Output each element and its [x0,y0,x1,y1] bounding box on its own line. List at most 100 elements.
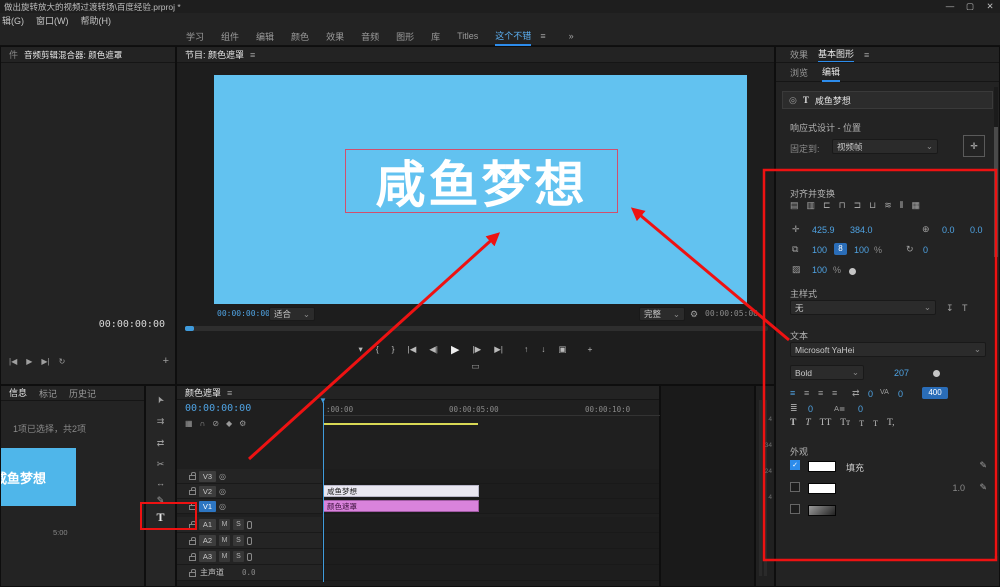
workspace-tab-custom[interactable]: 这个不错 [495,27,531,46]
timeline-settings-icon[interactable]: ⚙ [239,419,246,428]
distribute-h-icon[interactable]: ≋ [884,200,892,211]
play-button[interactable]: ▶ [451,343,459,356]
loop-icon[interactable]: ↻ [59,357,66,366]
workspace-tab-titles[interactable]: Titles [457,31,478,41]
align-bottom-icon[interactable]: ⊔ [869,200,876,211]
align-left-icon[interactable]: ▤ [790,200,799,211]
scale-y-value[interactable]: 100 [854,245,869,255]
kerning-value[interactable]: 0 [898,389,903,399]
faux-italic-button[interactable]: T [805,418,810,428]
superscript-button[interactable]: T [859,419,864,428]
track-lane-a2[interactable] [323,533,659,549]
clip-color-matte[interactable]: 颜色遮罩 [323,500,479,512]
scale-edit-field[interactable]: 8 [834,243,847,255]
font-size-value[interactable]: 207 [894,368,909,378]
program-scrubber[interactable] [185,326,768,331]
track-lane-a3[interactable] [323,549,659,565]
track-target-a3[interactable]: A3 [199,551,216,562]
anchor-x-value[interactable]: 0.0 [942,225,955,235]
lock-icon[interactable] [189,490,196,495]
slider-knob[interactable] [933,370,940,377]
track-target-v2[interactable]: V2 [199,486,216,497]
subtab-edit[interactable]: 编辑 [822,63,840,82]
sync-style-icon[interactable]: T [962,303,968,313]
align-text-right-button[interactable]: ≡ [818,388,823,398]
mixer-timecode[interactable]: 00:00:00:00 [99,319,165,330]
subscript-button[interactable]: T [873,419,878,428]
button-editor-icon[interactable]: + [588,344,593,354]
slip-tool[interactable]: ↔ [146,478,175,488]
track-lane-a1[interactable] [323,517,659,533]
type-tool[interactable]: T [146,510,175,525]
stroke-checkbox[interactable] [790,482,800,492]
workspace-tab-learn[interactable]: 学习 [186,30,204,43]
distribute-v-icon[interactable]: ⫴ [900,200,904,211]
eyedropper-icon[interactable]: ✎ [979,482,987,493]
all-caps-button[interactable]: TT [820,418,832,428]
faux-bold-button[interactable]: T [790,418,796,428]
pin-to-dropdown[interactable]: 视频帧 ⌄ [832,139,938,154]
mute-button[interactable]: M [219,551,230,562]
track-select-forward-tool[interactable]: ⇉ [146,416,175,427]
clip-graphic[interactable]: 咸鱼梦想 [323,485,479,497]
workspace-tab-editing[interactable]: 编辑 [256,30,274,43]
master-track-level[interactable]: 0.0 [242,568,256,577]
playback-resolution-dropdown[interactable]: 完整 ⌄ [639,307,685,321]
eg-scrollbar[interactable] [994,87,998,556]
track-output-icon[interactable]: ◎ [219,502,226,511]
voiceover-record-icon[interactable] [247,537,252,545]
drag-video-icon[interactable]: ▭ [177,361,774,372]
track-output-icon[interactable]: ◎ [219,472,226,481]
workspace-tab-audio[interactable]: 音频 [361,30,379,43]
go-to-out-icon[interactable]: ▶| [494,344,503,355]
underline-button[interactable]: T, [887,418,894,428]
solo-button[interactable]: S [233,551,244,562]
program-timecode[interactable]: 00:00:00:00 [217,309,270,318]
workspace-menu-icon[interactable]: ≡ [540,31,545,41]
step-forward-icon[interactable]: |▶ [472,344,481,355]
align-text-left-button[interactable]: ≡ [790,388,795,398]
shadow-color-swatch[interactable] [808,505,836,516]
pin-preview-button[interactable]: ✛ [963,135,985,157]
track-target-a2[interactable]: A2 [199,535,216,546]
align-v-center-icon[interactable]: ⊐ [854,200,862,211]
mark-in-icon[interactable]: { [376,344,379,354]
align-h-center-icon[interactable]: ▥ [807,200,816,211]
menu-window[interactable]: 窗口(W) [36,14,69,27]
workspace-tab-assembly[interactable]: 组件 [221,30,239,43]
lift-icon[interactable]: ↑ [524,344,528,354]
preview-title-text[interactable]: 咸鱼梦想 [346,150,617,212]
voiceover-record-icon[interactable] [247,553,252,561]
eyedropper-icon[interactable]: ✎ [979,460,987,471]
font-family-dropdown[interactable]: Microsoft YaHei ⌄ [790,342,986,357]
tab-essential-graphics[interactable]: 基本图形 [818,47,854,63]
add-marker-icon[interactable]: ▾ [359,344,363,355]
add-marker-icon[interactable]: ◆ [226,419,232,428]
ripple-edit-tool[interactable]: ⇄ [146,438,175,449]
program-monitor-tab[interactable]: 节目: 颜色遮罩 [185,48,244,61]
font-weight-dropdown[interactable]: Bold ⌄ [790,365,864,380]
panel-menu-icon[interactable]: ≡ [227,388,232,398]
tab-effects[interactable]: 效果 [790,48,808,61]
zoom-level-dropdown[interactable]: 适合 ⌄ [269,307,315,321]
tab-markers[interactable]: 标记 [39,387,57,400]
menu-help[interactable]: 帮助(H) [81,14,112,27]
small-caps-button[interactable]: Tт [840,418,850,428]
tracking-value[interactable]: 0 [868,389,873,399]
fill-checkbox[interactable]: ✓ [790,460,800,470]
extract-icon[interactable]: ↓ [541,344,545,354]
nest-icon[interactable]: ▦ [185,419,193,428]
workspace-tab-graphics[interactable]: 图形 [396,30,414,43]
tab-info[interactable]: 信息 [9,386,27,401]
scale-x-value[interactable]: 100 [812,245,827,255]
panel-menu-icon[interactable]: ≡ [250,50,255,60]
settings-wrench-icon[interactable]: ⚙ [690,309,698,320]
workspace-tab-effects[interactable]: 效果 [326,30,344,43]
track-target-v1[interactable]: V1 [199,501,216,512]
anchor-y-value[interactable]: 0.0 [970,225,983,235]
selection-tool[interactable]: ➤ [149,384,171,415]
fill-color-swatch[interactable] [808,461,836,472]
lock-icon[interactable] [189,572,196,577]
rotation-value[interactable]: 0 [923,245,928,255]
mark-out-icon[interactable]: } [392,344,395,354]
